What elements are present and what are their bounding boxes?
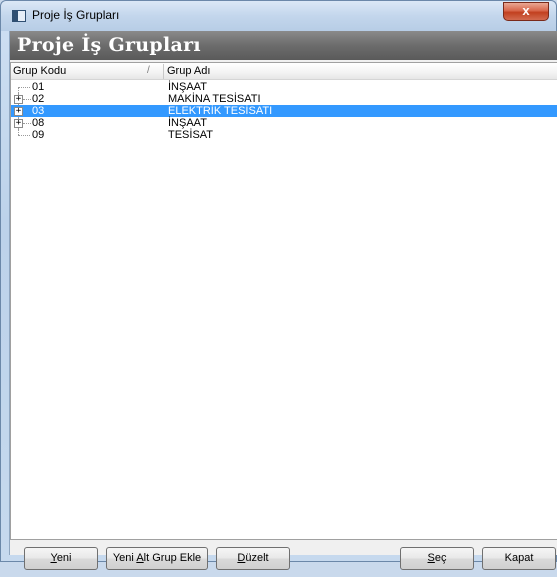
tree-connector: [13, 129, 31, 141]
tree-connector: +: [13, 93, 31, 105]
window-icon: [12, 10, 26, 22]
group-code: 09: [32, 129, 45, 141]
group-code: 02: [32, 93, 45, 105]
header-banner: Proje İş Grupları: [10, 31, 557, 60]
tree-connector: +: [13, 105, 31, 117]
group-name: İNŞAAT: [168, 81, 207, 93]
client-area: Proje İş Grupları Grup Kodu / Grup Adı 0…: [9, 31, 557, 570]
group-code: 08: [32, 117, 45, 129]
add-subgroup-mnemonic: A: [136, 552, 144, 564]
new-button[interactable]: Yeni: [24, 547, 98, 570]
page-title: Proje İş Grupları: [17, 34, 201, 56]
column-separator[interactable]: [163, 64, 164, 79]
group-tree-grid[interactable]: Grup Kodu / Grup Adı 01 İNŞAAT + 02 MAKİ…: [10, 62, 557, 540]
new-button-label: eni: [56, 552, 72, 564]
column-header-row: Grup Kodu / Grup Adı: [11, 63, 557, 80]
window-title: Proje İş Grupları: [32, 8, 120, 22]
tree-rows: 01 İNŞAAT + 02 MAKİNA TESİSATI + 03 ELEK…: [11, 81, 557, 141]
tree-row[interactable]: 01 İNŞAAT: [11, 81, 557, 93]
select-button[interactable]: Seç: [400, 547, 474, 570]
close-icon: x: [522, 3, 530, 18]
tree-row[interactable]: 09 TESİSAT: [11, 129, 557, 141]
group-name: TESİSAT: [168, 129, 214, 141]
column-header-code[interactable]: Grup Kodu: [13, 65, 66, 77]
tree-row[interactable]: + 08 İNŞAAT: [11, 117, 557, 129]
group-code: 01: [32, 81, 45, 93]
button-bar: Yeni Yeni Alt Grup Ekle Düzelt Seç Kapat: [10, 547, 557, 577]
select-button-label: eç: [434, 552, 447, 564]
group-name: ELEKTRİK TESİSATI: [168, 105, 273, 117]
expand-icon[interactable]: +: [14, 95, 23, 104]
dialog-window: Proje İş Grupları x Proje İş Grupları Gr…: [0, 0, 557, 570]
column-header-name[interactable]: Grup Adı: [167, 65, 210, 77]
title-bar[interactable]: Proje İş Grupları x: [1, 1, 556, 31]
close-window-button[interactable]: x: [503, 2, 549, 21]
add-subgroup-label: lt Grup Ekle: [143, 552, 202, 564]
tree-connector: +: [13, 117, 31, 129]
add-subgroup-label-prefix: Yeni: [112, 552, 137, 564]
group-code: 03: [32, 105, 45, 117]
tree-row-selected[interactable]: + 03 ELEKTRİK TESİSATI: [11, 105, 557, 117]
expand-icon[interactable]: +: [14, 119, 23, 128]
expand-icon[interactable]: +: [14, 107, 23, 116]
close-button-label: Kapat: [504, 552, 534, 564]
edit-button-label: üzelt: [245, 552, 269, 564]
close-button[interactable]: Kapat: [482, 547, 556, 570]
select-button-mnemonic: S: [427, 552, 435, 564]
edit-button[interactable]: Düzelt: [216, 547, 290, 570]
group-name: İNŞAAT: [168, 117, 207, 129]
group-name: MAKİNA TESİSATI: [168, 93, 261, 105]
add-subgroup-button[interactable]: Yeni Alt Grup Ekle: [106, 547, 208, 570]
sort-indicator-icon: /: [147, 65, 150, 76]
tree-connector: [13, 81, 31, 93]
tree-row[interactable]: + 02 MAKİNA TESİSATI: [11, 93, 557, 105]
